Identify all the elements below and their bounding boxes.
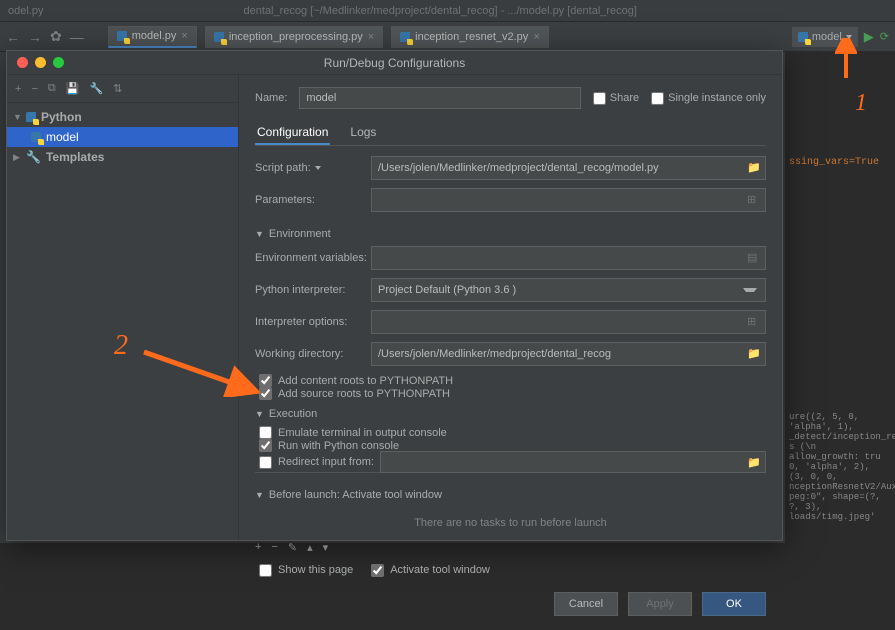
python-icon bbox=[798, 32, 808, 42]
close-icon[interactable]: × bbox=[368, 31, 374, 43]
script-path-input[interactable]: /Users/jolen/Medlinker/medproject/dental… bbox=[371, 156, 766, 180]
ide-toolbar: ← → ✿ — model.py × inception_preprocessi… bbox=[0, 22, 895, 52]
back-icon[interactable]: ← bbox=[6, 29, 20, 45]
workdir-label: Working directory: bbox=[255, 348, 371, 360]
dialog-titlebar: Run/Debug Configurations bbox=[7, 51, 782, 75]
wrench-icon: 🔧 bbox=[26, 150, 41, 164]
chevron-down-icon: ▼ bbox=[255, 490, 264, 500]
activate-tool-window-checkbox[interactable]: Activate tool window bbox=[367, 560, 490, 580]
chevron-down-icon[interactable] bbox=[315, 166, 321, 170]
interpreter-opts-label: Interpreter options: bbox=[255, 316, 371, 328]
tab-logs[interactable]: Logs bbox=[348, 121, 378, 145]
run-config-label: model bbox=[812, 31, 842, 43]
before-launch-section[interactable]: ▼ Before launch: Activate tool window bbox=[255, 489, 766, 501]
add-content-roots-checkbox[interactable]: Add content roots to PYTHONPATH bbox=[255, 374, 766, 387]
python-icon bbox=[214, 32, 224, 42]
cancel-button[interactable]: Cancel bbox=[554, 592, 618, 616]
parameters-input[interactable]: ⊞ bbox=[371, 188, 766, 212]
show-this-page-checkbox[interactable]: Show this page bbox=[255, 560, 353, 580]
chevron-down-icon[interactable] bbox=[743, 288, 757, 302]
interpreter-opts-input[interactable]: ⊞ bbox=[371, 310, 766, 334]
tree-node-templates[interactable]: ▶ 🔧 Templates bbox=[7, 147, 238, 167]
config-tree-panel: + − ⧉ 💾 🔧 ⇅ ▼ Python model ▶ bbox=[7, 75, 239, 540]
annotation-label-1: 1 bbox=[855, 90, 867, 117]
apply-button[interactable]: Apply bbox=[628, 592, 692, 616]
save-icon[interactable]: 💾 bbox=[66, 82, 80, 95]
before-launch-toolbar: + − ✎ ▴ ▾ bbox=[255, 539, 766, 556]
share-checkbox[interactable]: Share bbox=[593, 92, 639, 105]
gear-icon[interactable]: ✿ bbox=[50, 28, 62, 45]
chevron-down-icon: ▼ bbox=[255, 229, 264, 239]
interpreter-select[interactable]: Project Default (Python 3.6 ) bbox=[371, 278, 766, 302]
environment-section[interactable]: ▼ Environment bbox=[255, 228, 766, 240]
workdir-input[interactable]: /Users/jolen/Medlinker/medproject/dental… bbox=[371, 342, 766, 366]
name-label: Name: bbox=[255, 92, 287, 104]
tree-label: Python bbox=[41, 110, 82, 124]
tab-label: inception_resnet_v2.py bbox=[415, 31, 528, 43]
title-filename: odel.py bbox=[8, 5, 43, 17]
chevron-right-icon: ▶ bbox=[13, 152, 21, 163]
minimize-icon[interactable]: — bbox=[70, 29, 84, 45]
ide-titlebar: odel.py dental_recog [~/Medlinker/medpro… bbox=[0, 0, 895, 22]
wrench-icon[interactable]: 🔧 bbox=[89, 82, 103, 95]
script-path-label: Script path: bbox=[255, 162, 311, 174]
python-icon bbox=[400, 32, 410, 42]
tab-configuration[interactable]: Configuration bbox=[255, 121, 330, 145]
tree-toolbar: + − ⧉ 💾 🔧 ⇅ bbox=[7, 75, 238, 103]
run-debug-config-dialog: Run/Debug Configurations + − ⧉ 💾 🔧 ⇅ ▼ P… bbox=[6, 50, 783, 541]
remove-icon[interactable]: − bbox=[31, 83, 37, 95]
close-icon[interactable]: × bbox=[181, 30, 187, 42]
run-icon[interactable]: ▶ bbox=[864, 29, 874, 45]
chevron-down-icon: ▼ bbox=[255, 409, 264, 419]
expand-icon[interactable]: ⊞ bbox=[747, 315, 761, 329]
env-vars-input[interactable]: ▤ bbox=[371, 246, 766, 270]
tree-label: Templates bbox=[46, 150, 104, 164]
redirect-input-checkbox[interactable]: Redirect input from: 📁 bbox=[255, 452, 766, 472]
chevron-down-icon: ▼ bbox=[13, 112, 21, 122]
add-icon[interactable]: + bbox=[15, 83, 21, 95]
forward-icon[interactable]: → bbox=[28, 29, 42, 45]
env-vars-label: Environment variables: bbox=[255, 252, 371, 264]
ok-button[interactable]: OK bbox=[702, 592, 766, 616]
python-icon bbox=[26, 112, 36, 122]
breadcrumb: dental_recog [~/Medlinker/medproject/den… bbox=[243, 5, 636, 17]
tab-label: model.py bbox=[132, 30, 177, 42]
dialog-title: Run/Debug Configurations bbox=[7, 56, 782, 70]
chevron-down-icon bbox=[846, 35, 852, 39]
folder-icon[interactable]: 📁 bbox=[747, 161, 761, 175]
python-icon bbox=[31, 132, 41, 142]
redirect-input-field[interactable]: 📁 bbox=[380, 451, 766, 473]
before-launch-empty: There are no tasks to run before launch bbox=[255, 507, 766, 539]
debug-icon[interactable]: ⟳ bbox=[880, 30, 889, 43]
console-background-snippet: ure((2, 5, 0, 'alpha', 1), _detect/incep… bbox=[785, 408, 895, 543]
expand-icon[interactable]: ⊞ bbox=[747, 193, 761, 207]
tree-node-python[interactable]: ▼ Python bbox=[7, 107, 238, 127]
folder-icon[interactable]: 📁 bbox=[747, 347, 761, 361]
folder-icon[interactable]: 📁 bbox=[747, 456, 761, 470]
name-input[interactable] bbox=[299, 87, 580, 109]
run-config-selector[interactable]: model bbox=[792, 27, 858, 47]
close-icon[interactable]: × bbox=[533, 31, 539, 43]
tree-node-model[interactable]: model bbox=[7, 127, 238, 147]
interpreter-label: Python interpreter: bbox=[255, 284, 371, 296]
annotation-label-2: 2 bbox=[114, 330, 128, 362]
execution-section[interactable]: ▼ Execution bbox=[255, 408, 766, 420]
copy-icon[interactable]: ⧉ bbox=[48, 82, 56, 95]
tab-resnet[interactable]: inception_resnet_v2.py × bbox=[391, 26, 549, 48]
list-icon[interactable]: ▤ bbox=[747, 251, 761, 265]
tab-label: inception_preprocessing.py bbox=[229, 31, 363, 43]
emulate-terminal-checkbox[interactable]: Emulate terminal in output console bbox=[255, 426, 766, 439]
python-icon bbox=[117, 31, 127, 41]
single-instance-checkbox[interactable]: Single instance only bbox=[651, 92, 766, 105]
tab-model[interactable]: model.py × bbox=[108, 26, 197, 48]
parameters-label: Parameters: bbox=[255, 194, 371, 206]
add-source-roots-checkbox[interactable]: Add source roots to PYTHONPATH bbox=[255, 387, 766, 400]
tree-label: model bbox=[46, 130, 79, 144]
tab-preprocessing[interactable]: inception_preprocessing.py × bbox=[205, 26, 383, 48]
up-down-icon[interactable]: ⇅ bbox=[113, 82, 122, 95]
